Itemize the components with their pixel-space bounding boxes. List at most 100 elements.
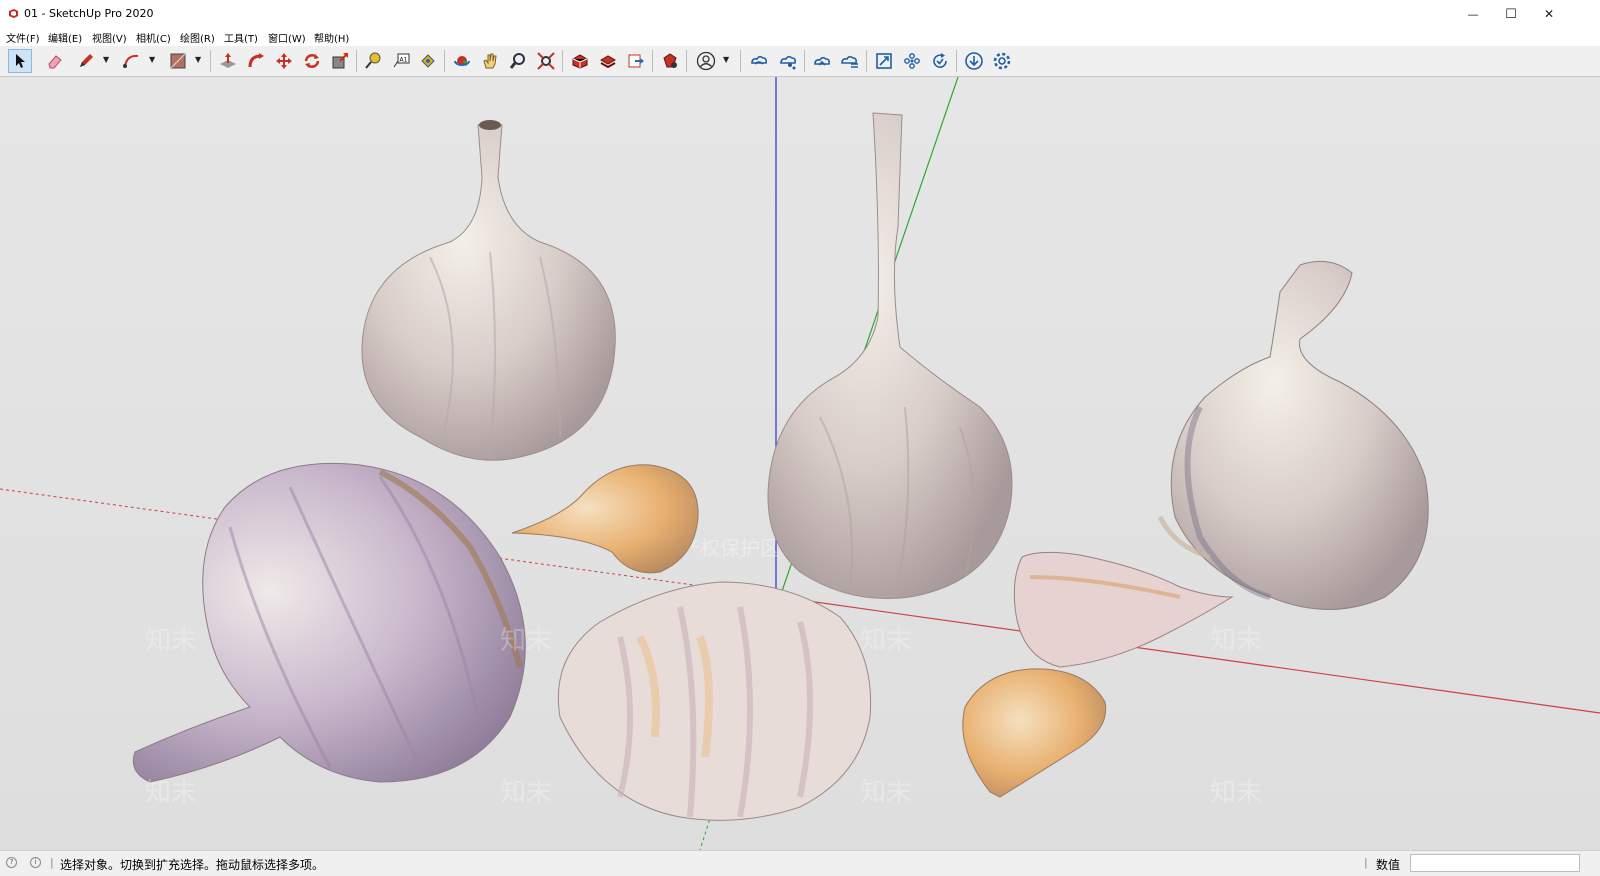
menu-camera[interactable]: 相机(C) <box>136 30 171 45</box>
push-pull-tool-button[interactable] <box>216 49 240 73</box>
zoom-extents-tool-icon <box>537 52 555 70</box>
toolbar-separator <box>866 50 867 72</box>
trimble-share-button[interactable] <box>776 49 800 73</box>
arc-dropdown-icon[interactable]: ▼ <box>149 55 155 64</box>
measurements-input[interactable] <box>1410 854 1580 872</box>
follow-me-tool-icon <box>248 53 264 68</box>
pan-tool-icon <box>483 53 497 69</box>
watermark-logo: 知末 <box>145 778 197 808</box>
menu-tools[interactable]: 工具(T) <box>224 30 258 45</box>
menu-draw[interactable]: 绘图(R) <box>180 30 215 45</box>
toolbar-separator <box>686 50 687 72</box>
cloud-sync-icon <box>814 56 830 66</box>
extension-manager-icon <box>663 53 677 68</box>
eraser-tool-button[interactable] <box>43 49 67 73</box>
3d-warehouse-icon <box>572 54 588 69</box>
orbit-tool-icon <box>454 56 470 66</box>
move-tool-icon <box>276 53 292 69</box>
account-dropdown-icon[interactable]: ▼ <box>723 55 729 64</box>
info-icon[interactable]: i <box>30 857 41 868</box>
status-bar: ? i | 选择对象。切换到扩充选择。拖动鼠标选择多项。 | 数值 <box>0 850 1600 876</box>
zoom-tool-button[interactable] <box>506 49 530 73</box>
trimble-connect-icon <box>751 55 767 65</box>
extension-manager-button[interactable] <box>658 49 682 73</box>
watermark-logo: 知末 <box>500 778 552 808</box>
pencil-dropdown-icon[interactable]: ▼ <box>103 55 109 64</box>
pencil-tool-button[interactable] <box>74 49 98 73</box>
push-pull-tool-icon <box>220 53 236 68</box>
toolbar-separator <box>956 50 957 72</box>
cloud-refresh-icon <box>933 53 947 68</box>
rotate-tool-icon <box>304 54 320 68</box>
pencil-tool-icon <box>80 54 93 67</box>
menu-file[interactable]: 文件(F) <box>6 30 40 45</box>
cloud-list-icon <box>841 55 858 68</box>
extension-warehouse-button[interactable] <box>596 49 620 73</box>
arc-tool-button[interactable] <box>120 49 144 73</box>
menu-edit[interactable]: 编辑(E) <box>48 30 82 45</box>
status-message: 选择对象。切换到扩充选择。拖动鼠标选择多项。 <box>60 858 325 872</box>
text-tool-button[interactable]: A1 <box>389 49 413 73</box>
toolbar-separator <box>210 50 211 72</box>
user-account-button[interactable] <box>694 49 718 73</box>
rotate-tool-button[interactable] <box>300 49 324 73</box>
paint-bucket-tool-icon <box>421 54 435 68</box>
measurements-label: 数值 <box>1376 858 1401 872</box>
download-icon <box>965 52 983 70</box>
scene-canvas[interactable]: 知识产权保护区 画面会受到部分影响 <box>0 77 1600 850</box>
minimize-icon: — <box>1467 7 1479 21</box>
menu-window[interactable]: 窗口(W) <box>268 30 306 45</box>
close-icon: ✕ <box>1543 7 1555 21</box>
scale-tool-icon <box>332 53 348 69</box>
cloud-frame-button[interactable] <box>872 49 896 73</box>
menu-view[interactable]: 视图(V) <box>92 30 127 45</box>
zoom-tool-icon <box>509 53 525 69</box>
minimize-button[interactable]: — <box>1454 0 1492 28</box>
watermark-logo: 知末 <box>145 626 197 656</box>
geo-location-icon[interactable]: ? <box>6 857 17 868</box>
toolbar-separator <box>562 50 563 72</box>
eraser-tool-icon <box>48 55 62 69</box>
cloud-list-button[interactable] <box>838 49 862 73</box>
extension-warehouse-icon <box>599 55 617 69</box>
rectangle-tool-icon <box>170 53 186 69</box>
cloud-group-button[interactable] <box>900 49 924 73</box>
large-toolset: ▼ ▼ ▼ A1 ▼ <box>0 46 1600 77</box>
orbit-tool-button[interactable] <box>450 49 474 73</box>
cloud-frame-icon <box>876 53 892 69</box>
text-tool-icon: A1 <box>393 53 410 68</box>
toolbar-separator <box>356 50 357 72</box>
follow-me-tool-button[interactable] <box>244 49 268 73</box>
cloud-sync-button[interactable] <box>810 49 834 73</box>
paint-bucket-tool-button[interactable] <box>416 49 440 73</box>
3d-warehouse-button[interactable] <box>568 49 592 73</box>
maximize-icon: ☐ <box>1505 6 1517 22</box>
move-tool-button[interactable] <box>272 49 296 73</box>
select-tool-icon <box>16 54 25 68</box>
trimble-connect-button[interactable] <box>747 49 771 73</box>
cloud-refresh-button[interactable] <box>928 49 952 73</box>
scale-tool-button[interactable] <box>328 49 352 73</box>
download-button[interactable] <box>962 49 986 73</box>
status-divider: | <box>50 856 54 869</box>
zoom-extents-tool-button[interactable] <box>534 49 558 73</box>
model-viewport[interactable]: 知识产权保护区 画面会受到部分影响 <box>0 77 1600 850</box>
menu-bar: 文件(F) 编辑(E) 视图(V) 相机(C) 绘图(R) 工具(T) 窗口(W… <box>0 28 1600 46</box>
settings-gear-icon <box>993 52 1011 70</box>
rectangle-tool-button[interactable] <box>166 49 190 73</box>
tape-measure-tool-icon <box>365 52 381 69</box>
maximize-button[interactable]: ☐ <box>1492 0 1530 28</box>
pan-tool-button[interactable] <box>478 49 502 73</box>
select-tool-button[interactable] <box>8 49 32 73</box>
tape-measure-tool-button[interactable] <box>361 49 385 73</box>
settings-button[interactable] <box>990 49 1014 73</box>
toolbar-separator <box>444 50 445 72</box>
rectangle-dropdown-icon[interactable]: ▼ <box>195 55 201 64</box>
arc-tool-icon <box>123 54 139 68</box>
close-button[interactable]: ✕ <box>1530 0 1568 28</box>
menu-help[interactable]: 帮助(H) <box>314 30 349 45</box>
toolbar-separator <box>804 50 805 72</box>
trimble-share-icon <box>780 55 796 70</box>
send-to-layout-button[interactable] <box>624 49 648 73</box>
cloud-group-icon <box>904 53 920 69</box>
